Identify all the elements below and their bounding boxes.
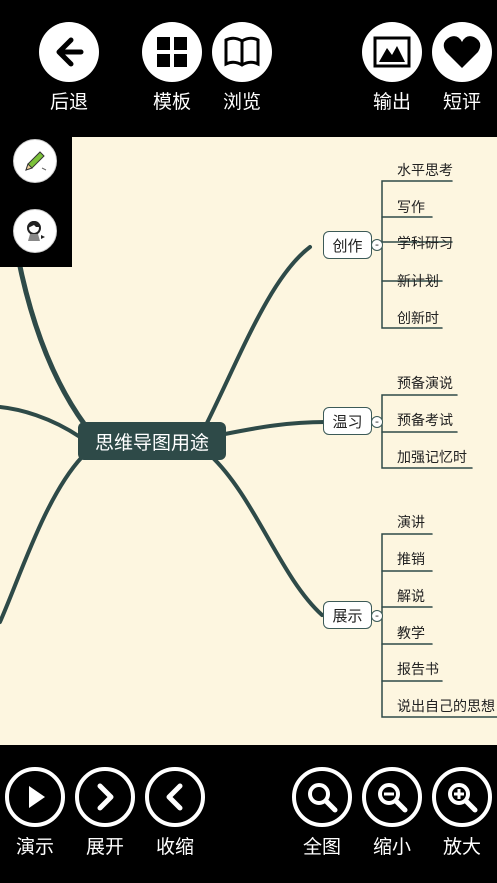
pencil-icon [25, 151, 47, 171]
image-export-icon [362, 22, 422, 82]
child-node[interactable]: 加强记忆时 [397, 449, 467, 467]
child-node[interactable]: 新计划 [397, 273, 439, 291]
style-button[interactable] [13, 209, 57, 253]
zoom-in-label: 放大 [442, 836, 481, 858]
zoom-in-icon [432, 767, 492, 827]
child-node[interactable]: 报告书 [397, 661, 439, 679]
comment-button[interactable]: 短评 [427, 22, 497, 114]
back-button[interactable]: 后退 [34, 22, 104, 114]
branch-node-present[interactable]: 展示 [323, 601, 372, 629]
child-node[interactable]: 解说 [397, 588, 425, 606]
side-tool-panel [0, 137, 72, 267]
edit-pencil-button[interactable] [13, 139, 57, 183]
branch-node-review[interactable]: 温习 [323, 407, 372, 435]
child-node[interactable]: 推销 [397, 551, 425, 569]
chevron-left-icon [145, 767, 205, 827]
fit-view-button[interactable]: 全图 [287, 767, 357, 859]
child-node[interactable]: 创新时 [397, 310, 439, 328]
template-button[interactable]: 模板 [137, 22, 207, 114]
zoom-out-label: 缩小 [372, 836, 411, 858]
template-label: 模板 [152, 91, 191, 113]
child-node[interactable]: 预备考试 [397, 412, 453, 430]
branch-node-create[interactable]: 创作 [323, 231, 372, 259]
present-label: 演示 [15, 836, 54, 858]
child-node[interactable]: 演讲 [397, 514, 425, 532]
top-toolbar: 后退 模板 浏览 输出 短评 [0, 0, 497, 137]
child-node[interactable]: 水平思考 [397, 162, 453, 180]
fit-view-label: 全图 [302, 836, 341, 858]
collapse-label: 收缩 [155, 836, 194, 858]
back-arrow-icon [39, 22, 99, 82]
collapse-toggle-review[interactable]: - [371, 416, 383, 428]
root-node[interactable]: 思维导图用途 [78, 422, 226, 460]
child-node[interactable]: 教学 [397, 625, 425, 643]
collapse-toggle-create[interactable]: - [371, 239, 383, 251]
zoom-out-icon [362, 767, 422, 827]
collapse-toggle-present[interactable]: - [371, 610, 383, 622]
expand-button[interactable]: 展开 [70, 767, 140, 859]
collapse-button[interactable]: 收缩 [140, 767, 210, 859]
zoom-in-button[interactable]: 放大 [427, 767, 497, 859]
child-node[interactable]: 学科研习 [397, 235, 453, 253]
export-label: 输出 [372, 91, 411, 113]
bottom-toolbar: 演示 展开 收缩 全图 缩小 放大 [0, 745, 497, 883]
person-style-icon [27, 221, 45, 241]
play-icon [5, 767, 65, 827]
branch-connectors [0, 180, 497, 718]
magnifier-icon [292, 767, 352, 827]
heart-icon [432, 22, 492, 82]
book-icon [212, 22, 272, 82]
export-button[interactable]: 输出 [357, 22, 427, 114]
expand-label: 展开 [85, 836, 124, 858]
grid-icon [142, 22, 202, 82]
browse-label: 浏览 [222, 91, 261, 113]
child-node[interactable]: 写作 [397, 199, 425, 217]
chevron-right-icon [75, 767, 135, 827]
mindmap-canvas[interactable]: 创作 - 水平思考 写作 学科研习 新计划 创新时 温习 - 预备演说 预备考试… [0, 137, 497, 745]
child-node[interactable]: 说出自己的思想 [397, 698, 495, 716]
browse-button[interactable]: 浏览 [207, 22, 277, 114]
child-node[interactable]: 预备演说 [397, 375, 453, 393]
zoom-out-button[interactable]: 缩小 [357, 767, 427, 859]
comment-label: 短评 [442, 91, 481, 113]
present-button[interactable]: 演示 [0, 767, 70, 859]
back-label: 后退 [49, 91, 88, 113]
